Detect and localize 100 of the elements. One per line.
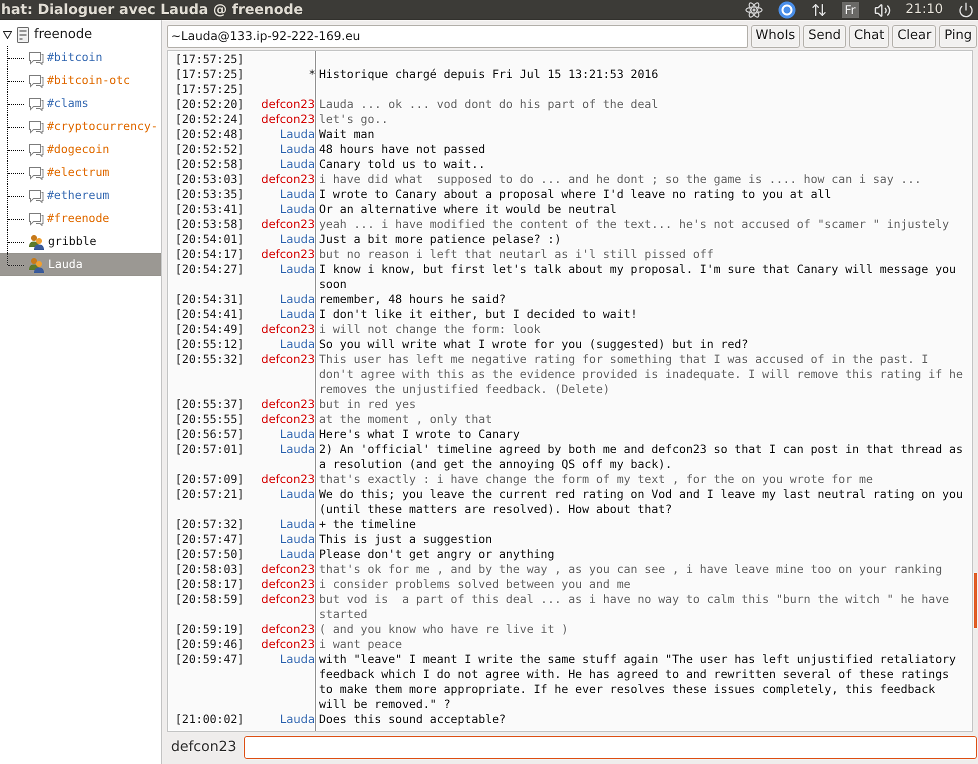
- message-text: This is just a suggestion: [318, 532, 494, 547]
- timestamp: [20:54:17]: [175, 247, 246, 262]
- timestamp: [20:53:03]: [175, 172, 246, 187]
- toolbar-button[interactable]: Ping: [939, 24, 977, 48]
- network-icon[interactable]: [810, 2, 827, 18]
- message-text: i consider problems solved between you and me: [318, 577, 632, 592]
- message-text: I don't like it either, but I decided to wait!: [318, 307, 638, 322]
- message-text: ( and you know who have re live it ): [318, 622, 570, 637]
- message-text: Please don't get angry or anything: [318, 547, 556, 562]
- timestamp: [20:52:58]: [175, 157, 246, 172]
- timestamp: [20:53:41]: [175, 202, 246, 217]
- nick: Lauda: [280, 427, 315, 442]
- timestamp: [17:57:25]: [175, 52, 246, 67]
- message-text: Wait man: [318, 127, 376, 142]
- nick: defcon23: [261, 592, 315, 608]
- message-text: 48 hours have not passed: [318, 142, 486, 157]
- message-text: Or an alternative where it would be neutral: [318, 202, 618, 217]
- message-text: Canary told us to wait..: [318, 157, 486, 172]
- power-icon[interactable]: [958, 2, 974, 18]
- chat-bubble-icon: [28, 166, 44, 180]
- tree-item[interactable]: #clams: [0, 92, 161, 115]
- chat-bubble-icon: [28, 120, 44, 134]
- nick: defcon23: [261, 472, 315, 487]
- message-text: Does this sound acceptable?: [318, 712, 507, 727]
- nick-label: defcon23: [170, 738, 236, 756]
- nick: defcon23: [261, 322, 315, 337]
- timestamp: [20:58:17]: [175, 577, 246, 592]
- users-icon: [28, 234, 45, 250]
- message-text: with "leave" I meant I write the same stuff again "The user has left unjustified retaliatory feedback which I do not agree with. He has agreed to and rewritten several of these ratings to make them more appropriate. If he ever resolves these issues completely, this feedback will be removed." ?: [318, 652, 957, 712]
- chat-bubble-icon: [28, 96, 44, 110]
- timestamp: [17:57:25]: [175, 67, 246, 82]
- tree-item[interactable]: Lauda: [0, 253, 161, 276]
- tree-item[interactable]: #bitcoin-otc: [0, 69, 161, 92]
- timestamp: [20:53:35]: [175, 187, 246, 202]
- message-text: but vod is a part of this deal ... as i have no way to calm this "burn the witch " he have started: [318, 592, 950, 622]
- message-text: We do this; you leave the current red rating on Vod and I leave my last neutral rating on you (until these matters are resolved). How about that?: [318, 487, 964, 517]
- clock[interactable]: 21:10: [906, 0, 943, 20]
- timestamp: [20:57:09]: [175, 472, 246, 487]
- nick: defcon23: [261, 412, 315, 427]
- timestamp: [20:54:31]: [175, 292, 246, 307]
- message-text: let's go..: [318, 112, 390, 127]
- message-input[interactable]: [244, 736, 977, 758]
- timestamp: [20:59:19]: [175, 622, 246, 637]
- timestamp: [20:57:21]: [175, 487, 246, 502]
- nick: Lauda: [280, 142, 315, 157]
- message-text: Historique chargé depuis Fri Jul 15 13:21:53 2016: [318, 67, 660, 82]
- nick: defcon23: [261, 562, 315, 577]
- timestamp: [20:55:32]: [175, 352, 246, 367]
- message-text: I wrote to Canary about a proposal where I'd leave no rating to you at all: [318, 187, 832, 202]
- timestamp: [20:54:49]: [175, 322, 246, 337]
- tree-item[interactable]: #bitcoin: [0, 46, 161, 69]
- timestamp: [20:52:20]: [175, 97, 246, 112]
- timestamp: [20:56:57]: [175, 427, 246, 442]
- nick: defcon23: [261, 247, 315, 262]
- tree-item[interactable]: #electrum: [0, 161, 161, 184]
- chat-bubble-icon: [28, 50, 44, 64]
- volume-icon[interactable]: [874, 2, 891, 18]
- toolbar-button[interactable]: WhoIs: [750, 24, 800, 48]
- timestamp: [20:54:41]: [175, 307, 246, 322]
- timestamp: [20:59:46]: [175, 637, 246, 652]
- toolbar-button[interactable]: Send: [803, 24, 846, 48]
- tree-item[interactable]: #dogecoin: [0, 138, 161, 161]
- message-text: at the moment , only that: [318, 412, 494, 427]
- server-label[interactable]: freenode: [34, 25, 92, 45]
- message-text: that's ok for me , and by the way , as you can see , i have leave mine too on your ranking: [318, 562, 944, 577]
- nick: Lauda: [280, 712, 315, 727]
- nick: defcon23: [261, 112, 315, 127]
- timestamp: [20:53:58]: [175, 217, 246, 232]
- tree-item[interactable]: #ethereum: [0, 184, 161, 207]
- timestamp: [20:58:59]: [175, 592, 246, 607]
- message-text: Lauda ... ok ... vod dont do his part of the deal: [318, 97, 660, 112]
- nick: Lauda: [280, 187, 315, 202]
- keyboard-layout[interactable]: Fr: [842, 2, 859, 18]
- host-field[interactable]: ~Lauda@133.ip-92-222-169.eu: [167, 24, 748, 48]
- nick: defcon23: [261, 637, 315, 652]
- expand-arrow-icon[interactable]: [3, 31, 12, 39]
- timestamp: [20:57:47]: [175, 532, 246, 547]
- tree-item[interactable]: #cryptocurrency-: [0, 115, 161, 138]
- users-icon: [28, 256, 45, 272]
- tree-item[interactable]: #freenode: [0, 207, 161, 230]
- nick: Lauda: [280, 202, 315, 217]
- message-text: So you will write what I wrote for you (suggested) but in red?: [318, 337, 750, 352]
- browser-icon[interactable]: [778, 1, 796, 19]
- timestamp: [20:59:47]: [175, 652, 246, 667]
- toolbar-button[interactable]: Clear: [892, 24, 936, 48]
- chat-bubble-icon: [28, 142, 44, 156]
- atom-icon[interactable]: [744, 1, 763, 19]
- message-text: but in red yes: [318, 397, 417, 412]
- message-text: Here's what I wrote to Canary: [318, 427, 521, 442]
- nick: Lauda: [280, 292, 315, 307]
- timestamp: [20:52:24]: [175, 112, 246, 127]
- toolbar-button[interactable]: Chat: [848, 24, 890, 48]
- message-text: i want peace: [318, 637, 404, 652]
- nick: defcon23: [261, 577, 315, 592]
- scrollbar-thumb[interactable]: [974, 573, 977, 628]
- nick: defcon23: [261, 622, 315, 637]
- timestamp: [20:54:27]: [175, 262, 246, 277]
- nick: Lauda: [280, 517, 315, 532]
- timestamp: [21:00:02]: [175, 712, 246, 727]
- nick: defcon23: [261, 397, 315, 412]
